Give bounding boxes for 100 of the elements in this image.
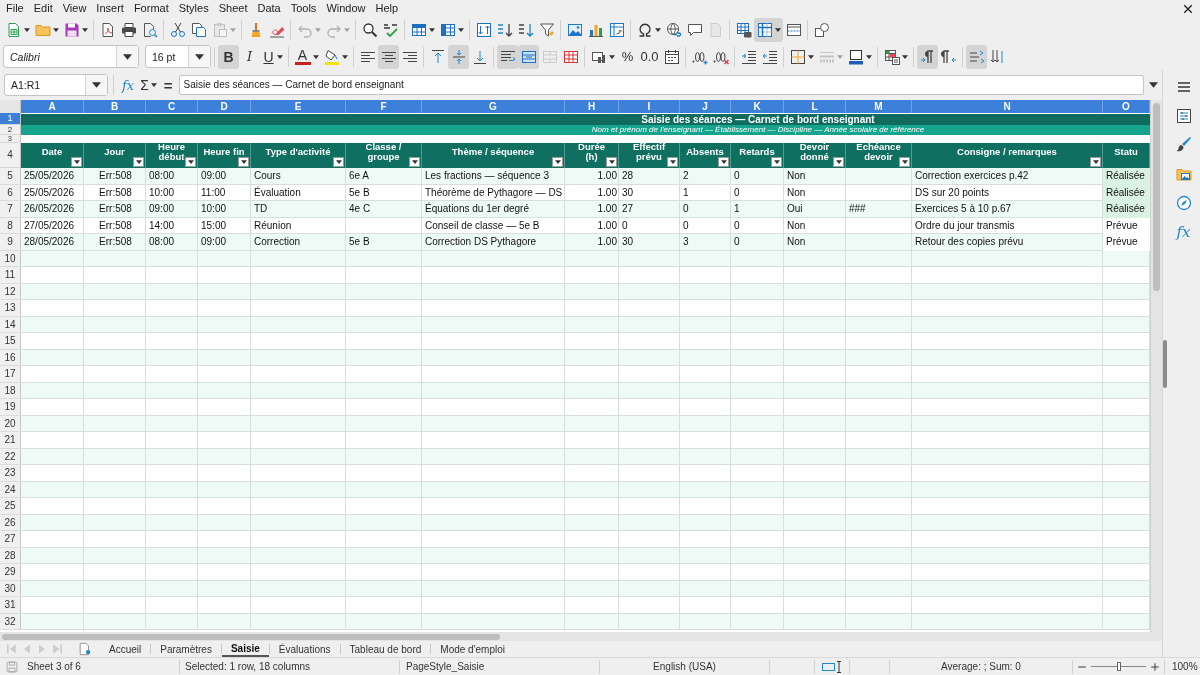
column-header[interactable]: I — [619, 100, 680, 113]
formula-button[interactable]: = — [159, 76, 177, 94]
column-header[interactable]: O — [1103, 100, 1150, 113]
scrollbar-thumb[interactable] — [1153, 103, 1160, 291]
column-heading: Retards — [739, 147, 775, 157]
filter-button[interactable] — [71, 157, 82, 167]
font-color-button[interactable]: A — [292, 44, 321, 69]
vertical-scrollbar[interactable] — [1150, 100, 1162, 632]
menu-item[interactable]: Edit — [28, 1, 58, 16]
caret-icon — [276, 54, 283, 59]
column-header[interactable]: J — [680, 100, 731, 113]
down-arrows-icon — [989, 48, 1006, 65]
table-cell-text: 25/05/2026 — [23, 185, 76, 200]
column-header[interactable]: N — [912, 100, 1103, 113]
caret-icon — [314, 28, 321, 32]
sort-icon — [475, 22, 492, 38]
font-name-combobox[interactable]: Calibri — [3, 45, 139, 68]
caret-icon — [335, 160, 342, 164]
menu-item[interactable]: Data — [252, 1, 286, 16]
sum-button[interactable]: Σ — [137, 77, 160, 93]
sidebar-handle[interactable] — [1163, 339, 1167, 388]
align-center-button[interactable] — [378, 44, 399, 69]
bold-button[interactable]: B — [218, 44, 239, 69]
filter-button[interactable] — [833, 157, 844, 167]
column-header[interactable]: B — [84, 100, 146, 113]
font-size-combobox[interactable]: 16 pt — [145, 45, 211, 68]
merge-center-button[interactable] — [518, 44, 539, 69]
sheet-tab[interactable]: Évaluations — [269, 641, 340, 657]
column-header[interactable]: M — [846, 100, 912, 113]
filter-button[interactable] — [238, 157, 249, 167]
table-cell-text: Les fractions — séquence 3 — [424, 169, 550, 183]
column-header[interactable]: A — [21, 100, 84, 113]
menu-item[interactable]: Tools — [285, 1, 322, 16]
percent-button[interactable]: % — [617, 44, 638, 69]
standard-format-button[interactable]: 0.0 — [638, 44, 662, 69]
formula-input[interactable]: Saisie des séances — Carnet de bord enseignant — [178, 75, 1144, 95]
name-box[interactable]: A1:R1 — [4, 74, 108, 96]
filter-button[interactable] — [185, 157, 196, 167]
align-top-icon — [429, 48, 446, 65]
menu-item[interactable]: Help — [370, 1, 404, 16]
filter-button[interactable] — [133, 157, 144, 167]
filter-button[interactable] — [1090, 157, 1101, 167]
underline-button[interactable]: U — [260, 44, 285, 69]
sheet-tab[interactable]: Tableau de bord — [340, 641, 431, 657]
wrap-text-button[interactable] — [497, 44, 518, 69]
italic-button[interactable]: I — [239, 44, 260, 69]
menu-item[interactable]: Window — [321, 1, 371, 16]
dropdown-button[interactable] — [188, 46, 210, 67]
row-header[interactable]: 1 — [0, 113, 21, 125]
column-header[interactable]: L — [784, 100, 846, 113]
sheet-tab[interactable]: Accueil — [100, 641, 151, 657]
menu-item[interactable]: Format — [128, 1, 174, 16]
indent-icon — [740, 48, 757, 65]
text-horizontal-button[interactable] — [966, 44, 988, 69]
caret-icon — [901, 54, 908, 59]
zoom-in-button[interactable] — [1150, 661, 1160, 672]
caret-icon — [187, 160, 194, 164]
scrollbar-thumb[interactable] — [2, 634, 500, 640]
menu-item[interactable]: Sheet — [213, 1, 253, 16]
filter-button[interactable] — [667, 157, 678, 167]
column-header[interactable]: D — [198, 100, 251, 113]
filter-button[interactable] — [333, 157, 344, 167]
sheet-tab[interactable]: Saisie — [221, 641, 269, 657]
dropdown-button[interactable] — [116, 46, 138, 67]
add-sheet-button[interactable] — [78, 642, 92, 656]
column-header[interactable]: E — [251, 100, 346, 113]
column-header[interactable]: C — [146, 100, 198, 113]
language[interactable]: English (USA) — [653, 661, 716, 672]
caret-icon — [669, 160, 676, 164]
filter-button[interactable] — [899, 157, 910, 167]
filter-button[interactable] — [606, 157, 617, 167]
table-cell-text: 0 — [733, 169, 741, 183]
freeze-button[interactable] — [754, 18, 783, 42]
zoom-slider-thumb[interactable] — [1116, 662, 1121, 671]
column-header[interactable]: K — [731, 100, 784, 113]
dropdown-button[interactable] — [85, 75, 107, 95]
column-header[interactable]: H — [565, 100, 619, 113]
row-header[interactable]: 4 — [0, 143, 21, 168]
filter-button[interactable] — [552, 157, 563, 167]
sheet-tab[interactable]: Paramètres — [151, 641, 221, 657]
menu-item[interactable]: File — [1, 1, 29, 16]
filter-button[interactable] — [771, 157, 782, 167]
menu-item[interactable]: View — [57, 1, 92, 16]
menu-item[interactable]: Insert — [91, 1, 129, 16]
sheet-tab[interactable]: Mode d'emploi — [431, 641, 515, 657]
speech-bubble-icon — [686, 22, 703, 38]
column-header[interactable]: F — [346, 100, 422, 113]
row-header[interactable]: 2 — [0, 125, 21, 135]
omega-icon — [636, 22, 653, 38]
filter-button[interactable] — [718, 157, 729, 167]
rectangle-cursor-icon[interactable] — [822, 659, 842, 674]
column-heading: Date — [41, 147, 63, 157]
zoom-level[interactable]: 100% — [1172, 661, 1198, 672]
column-header[interactable]: G — [422, 100, 565, 113]
left-to-right-button[interactable] — [917, 44, 939, 69]
menu-item[interactable]: Styles — [173, 1, 214, 16]
close-button[interactable] — [1182, 2, 1194, 15]
horizontal-scrollbar[interactable] — [0, 632, 1162, 641]
filter-button[interactable] — [409, 157, 420, 167]
column-heading: Devoir donné — [799, 142, 830, 162]
